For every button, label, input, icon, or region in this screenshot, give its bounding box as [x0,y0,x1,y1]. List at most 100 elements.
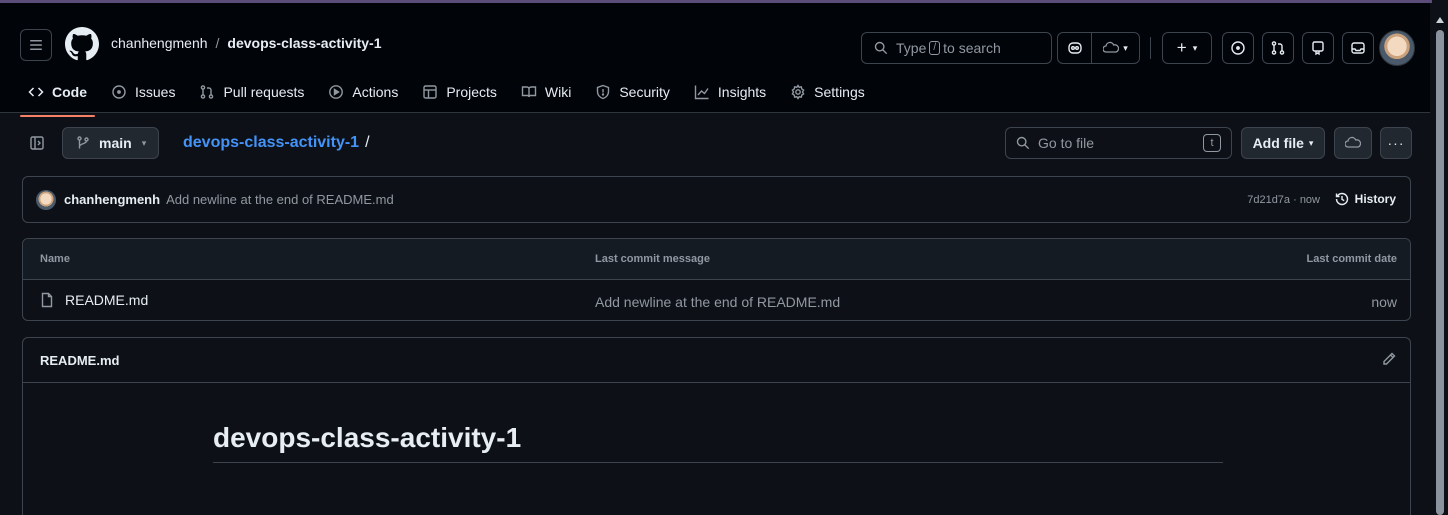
scroll-up-arrow-icon[interactable] [1436,17,1444,23]
sidebar-toggle-icon[interactable] [29,135,45,151]
add-file-label: Add file [1252,135,1304,151]
column-header-message: Last commit message [595,253,710,265]
copilot-button[interactable] [1058,33,1092,63]
tab-settings[interactable]: Settings [782,78,873,106]
table-icon [423,85,438,99]
pull-requests-button[interactable] [1262,32,1294,64]
chevron-down-icon: ▾ [1123,42,1128,53]
branch-selector[interactable]: main ▾ [62,127,160,159]
file-table: Name Last commit message Last commit dat… [22,238,1411,321]
search-shortcut-key: / [929,41,941,55]
create-new-button[interactable]: + ▾ [1162,32,1212,64]
github-logo-icon[interactable] [65,27,99,61]
tab-label: Security [619,84,670,100]
path-separator: / [365,134,370,151]
latest-commit-bar: chanhengmenh Add newline at the end of RE… [22,176,1411,223]
play-icon [329,85,344,99]
tab-projects[interactable]: Projects [414,78,505,106]
column-header-date: Last commit date [1306,253,1397,265]
readme-title[interactable]: README.md [40,353,119,368]
tab-insights[interactable]: Insights [686,78,774,106]
tab-code[interactable]: Code [20,78,95,117]
tab-issues[interactable]: Issues [103,78,183,106]
copilot-cloud-icon [1103,41,1120,53]
search-prefix: Type [896,40,927,56]
code-icon [28,87,44,97]
tab-label: Pull requests [223,84,305,100]
add-file-button[interactable]: Add file ▾ [1241,127,1325,159]
scroll-thumb[interactable] [1436,30,1444,515]
codespaces-button[interactable] [1334,127,1372,159]
file-commit-message[interactable]: Add newline at the end of README.md [595,294,840,310]
history-label: History [1354,192,1396,206]
go-to-file-shortcut: t [1203,134,1221,152]
inbox-icon [1351,42,1365,54]
commit-hash-time[interactable]: 7d21d7a · now [1247,194,1320,206]
tab-actions[interactable]: Actions [320,78,406,106]
menu-button[interactable] [20,29,52,61]
issue-opened-icon [1231,41,1245,55]
copilot-cloud-icon [1345,136,1361,148]
global-header: chanhengmenh / devops-class-activity-1 Typ… [0,3,1430,117]
path-repo-link[interactable]: devops-class-activity-1 [183,134,359,151]
copilot-menu-button[interactable]: ▾ [1092,33,1139,63]
column-header-name: Name [40,253,70,265]
readme-panel: README.md devops-class-activity-1 [22,337,1411,515]
gear-icon [791,84,805,100]
search-suffix: to search [943,40,1001,56]
commit-message[interactable]: Add newline at the end of README.md [166,192,394,207]
kebab-horizontal-icon: ··· [1387,135,1405,151]
copilot-button-group: ▾ [1057,32,1140,64]
copilot-icon [1067,42,1082,54]
header-divider [1150,37,1151,59]
breadcrumb-separator: / [215,35,220,51]
table-row[interactable]: README.md Add newline at the end of READ… [23,281,1410,321]
file-name-label: README.md [65,292,149,308]
inbox-button[interactable] [1342,32,1374,64]
search-icon [1016,136,1030,150]
graph-icon [694,85,709,100]
tab-label: Issues [135,84,176,100]
tab-security[interactable]: Security [587,78,678,106]
tab-label: Projects [446,84,497,100]
history-icon [1335,192,1348,206]
latest-commit: chanhengmenh Add newline at the end of RE… [64,192,394,207]
file-icon [41,292,53,308]
issue-icon [112,85,126,99]
search-icon [874,41,888,55]
tab-label: Settings [814,84,865,100]
issues-button[interactable] [1222,32,1254,64]
history-button[interactable]: History [1334,191,1396,207]
repo-icon [1312,41,1324,56]
commit-author-avatar[interactable] [36,190,56,210]
user-avatar[interactable] [1379,30,1415,66]
tab-label: Actions [352,84,399,100]
file-table-header: Name Last commit message Last commit dat… [23,239,1410,280]
file-path-breadcrumb: devops-class-activity-1 / [183,134,370,152]
hamburger-icon [30,40,42,50]
chevron-down-icon: ▾ [1308,137,1314,148]
repo-link[interactable]: devops-class-activity-1 [227,35,381,51]
file-commit-date: now [1371,294,1397,310]
book-icon [521,86,537,98]
pencil-icon[interactable] [1381,351,1397,367]
commit-author[interactable]: chanhengmenh [64,192,160,207]
branch-name: main [99,135,132,151]
go-to-file-input[interactable]: Go to file t [1005,127,1232,159]
more-options-button[interactable]: ··· [1380,127,1412,159]
owner-link[interactable]: chanhengmenh [111,35,208,51]
repo-nav-tabs: Code Issues Pull requests Actions Projec… [20,78,881,117]
shield-icon [597,84,610,100]
pull-request-icon [1271,41,1285,55]
plus-icon: + [1176,38,1187,57]
tab-label: Code [52,84,87,100]
global-search-input[interactable]: Type / to search [861,32,1052,64]
page-scrollbar[interactable] [1432,0,1448,515]
git-branch-icon [77,136,89,149]
tab-wiki[interactable]: Wiki [513,78,579,106]
tab-pull-requests[interactable]: Pull requests [191,78,312,106]
file-name[interactable]: README.md [39,292,148,308]
repositories-button[interactable] [1302,32,1334,64]
tab-label: Insights [717,84,767,100]
go-to-file-placeholder: Go to file [1038,135,1095,151]
